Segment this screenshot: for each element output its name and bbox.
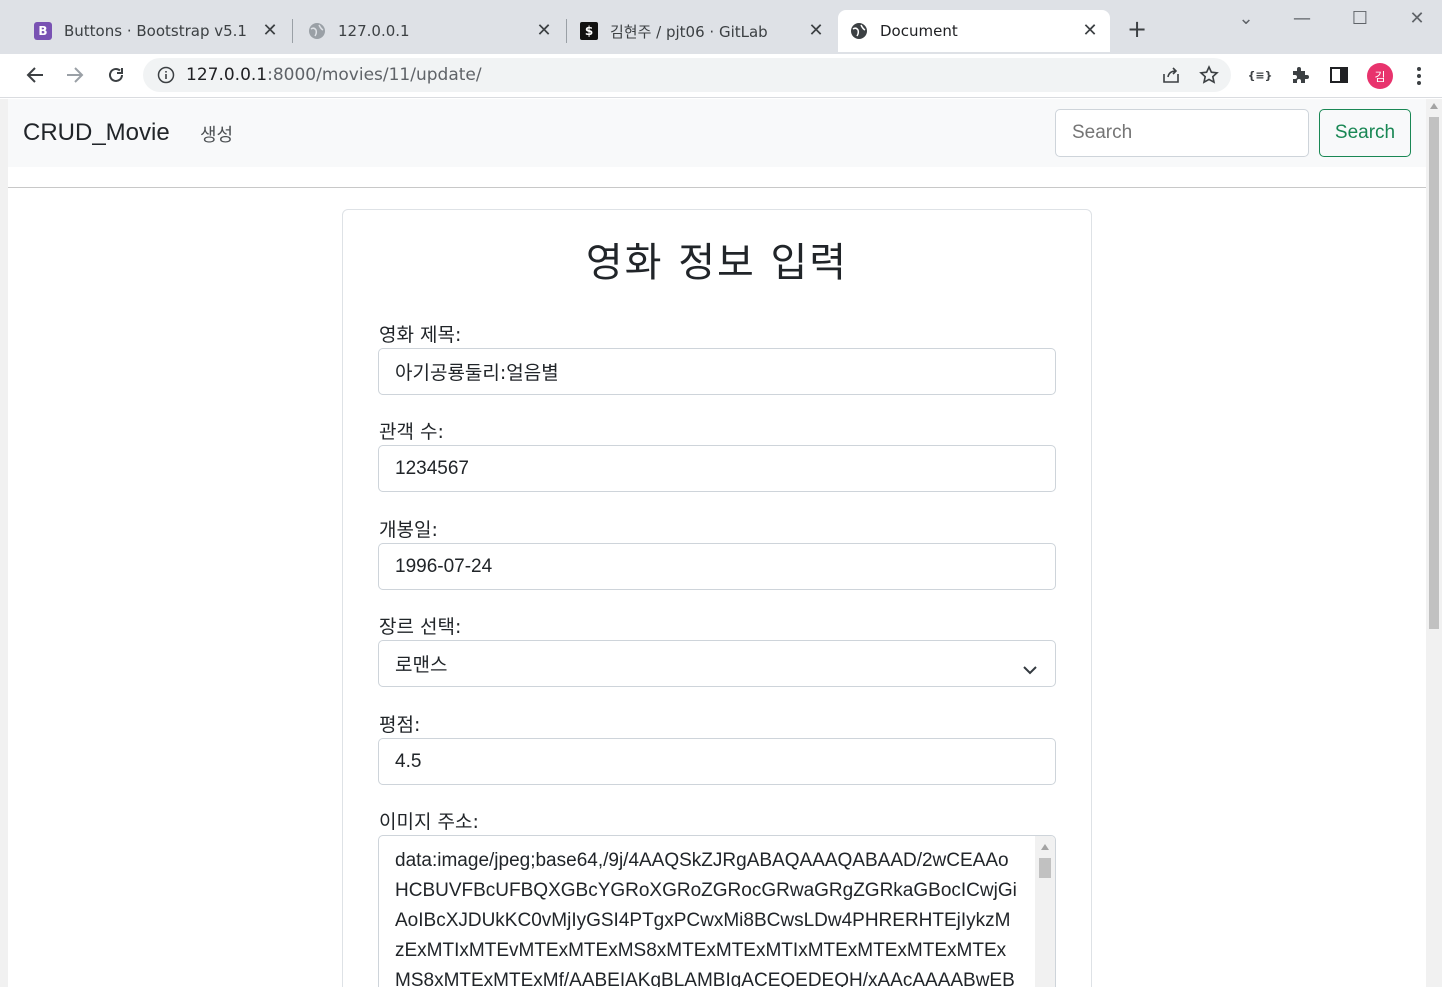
- tab-title: Buttons · Bootstrap v5.1: [64, 22, 247, 40]
- address-bar[interactable]: 127.0.0.1:8000/movies/11/update/: [143, 58, 1231, 92]
- profile-avatar[interactable]: 김: [1367, 63, 1393, 89]
- forward-icon[interactable]: [62, 62, 88, 88]
- json-extension-icon[interactable]: {≡}: [1248, 64, 1273, 86]
- side-panel-icon[interactable]: [1328, 64, 1350, 86]
- poster-url-textarea[interactable]: data:image/jpeg;base64,/9j/4AAQSkZJRgABA…: [378, 835, 1056, 987]
- close-icon[interactable]: ✕: [260, 21, 280, 41]
- reload-icon[interactable]: [103, 62, 129, 88]
- tab-localhost[interactable]: 127.0.0.1 ✕: [296, 10, 564, 52]
- audience-input[interactable]: 1234567: [378, 445, 1056, 492]
- url-text: 127.0.0.1:8000/movies/11/update/: [186, 65, 482, 85]
- genre-selected-value: 로맨스: [395, 654, 448, 676]
- poster-url-label: 이미지 주소:: [379, 811, 479, 833]
- poster-url-text: data:image/jpeg;base64,/9j/4AAQSkZJRgABA…: [395, 850, 1017, 987]
- share-icon[interactable]: [1161, 66, 1181, 88]
- movie-form-card: 영화 정보 입력 영화 제목: 아기공룡둘리:얼음별 관객 수: 1234567…: [342, 209, 1092, 987]
- tab-title: 김현주 / pjt06 · GitLab: [610, 22, 768, 41]
- page-scrollbar[interactable]: [1426, 99, 1442, 987]
- extensions-puzzle-icon[interactable]: [1289, 64, 1311, 86]
- gitlab-icon: $: [580, 22, 598, 40]
- minimize-icon[interactable]: —: [1292, 8, 1312, 29]
- scroll-up-icon[interactable]: [1041, 844, 1049, 850]
- score-label: 평점:: [379, 714, 421, 736]
- genre-label: 장르 선택:: [379, 616, 462, 638]
- search-input[interactable]: [1055, 109, 1309, 157]
- navbar-brand[interactable]: CRUD_Movie: [23, 119, 170, 147]
- left-edge: [0, 99, 8, 987]
- search-button[interactable]: Search: [1319, 109, 1411, 157]
- globe-icon: [850, 22, 868, 40]
- tab-bootstrap[interactable]: B Buttons · Bootstrap v5.1 ✕: [22, 10, 290, 52]
- genre-select[interactable]: 로맨스: [378, 640, 1056, 687]
- tab-search-icon[interactable]: ⌄: [1236, 8, 1256, 29]
- maximize-icon[interactable]: ☐: [1350, 8, 1370, 29]
- more-menu-icon[interactable]: [1411, 64, 1427, 88]
- chevron-down-icon: [1023, 658, 1037, 680]
- tab-gitlab[interactable]: $ 김현주 / pjt06 · GitLab ✕: [568, 10, 836, 52]
- bootstrap-icon: B: [34, 22, 52, 40]
- browser-toolbar: 127.0.0.1:8000/movies/11/update/ {≡} 김: [0, 54, 1442, 98]
- tab-strip: B Buttons · Bootstrap v5.1 ✕ 127.0.0.1 ✕…: [0, 0, 1442, 54]
- close-icon[interactable]: ✕: [1080, 21, 1100, 41]
- textarea-scrollbar[interactable]: [1035, 836, 1055, 987]
- tab-separator: [566, 19, 567, 43]
- score-input[interactable]: 4.5: [378, 738, 1056, 785]
- scrollbar-thumb[interactable]: [1039, 858, 1051, 878]
- page-viewport: CRUD_Movie 생성 Search 영화 정보 입력 영화 제목: 아기공…: [8, 99, 1426, 987]
- close-icon[interactable]: ✕: [534, 21, 554, 41]
- globe-icon: [308, 22, 326, 40]
- form-title: 영화 정보 입력: [585, 240, 849, 286]
- close-icon[interactable]: ✕: [806, 21, 826, 41]
- new-tab-icon[interactable]: +: [1125, 17, 1149, 42]
- tab-separator: [292, 19, 293, 43]
- title-input[interactable]: 아기공룡둘리:얼음별: [378, 348, 1056, 395]
- back-icon[interactable]: [22, 62, 48, 88]
- release-date-label: 개봉일:: [379, 519, 438, 541]
- audience-label: 관객 수:: [379, 421, 444, 443]
- info-icon[interactable]: [157, 66, 175, 88]
- tab-document[interactable]: Document ✕: [838, 10, 1110, 52]
- nav-link-create[interactable]: 생성: [200, 121, 233, 147]
- divider: [8, 187, 1426, 188]
- close-window-icon[interactable]: ✕: [1407, 8, 1427, 29]
- tab-title: Document: [880, 22, 958, 40]
- scroll-up-icon[interactable]: [1430, 103, 1438, 109]
- scrollbar-thumb[interactable]: [1429, 117, 1439, 629]
- release-date-input[interactable]: 1996-07-24: [378, 543, 1056, 590]
- navbar: CRUD_Movie 생성 Search: [8, 99, 1426, 167]
- title-label: 영화 제목:: [379, 324, 462, 346]
- bookmark-star-icon[interactable]: [1199, 65, 1219, 89]
- tab-title: 127.0.0.1: [338, 22, 410, 40]
